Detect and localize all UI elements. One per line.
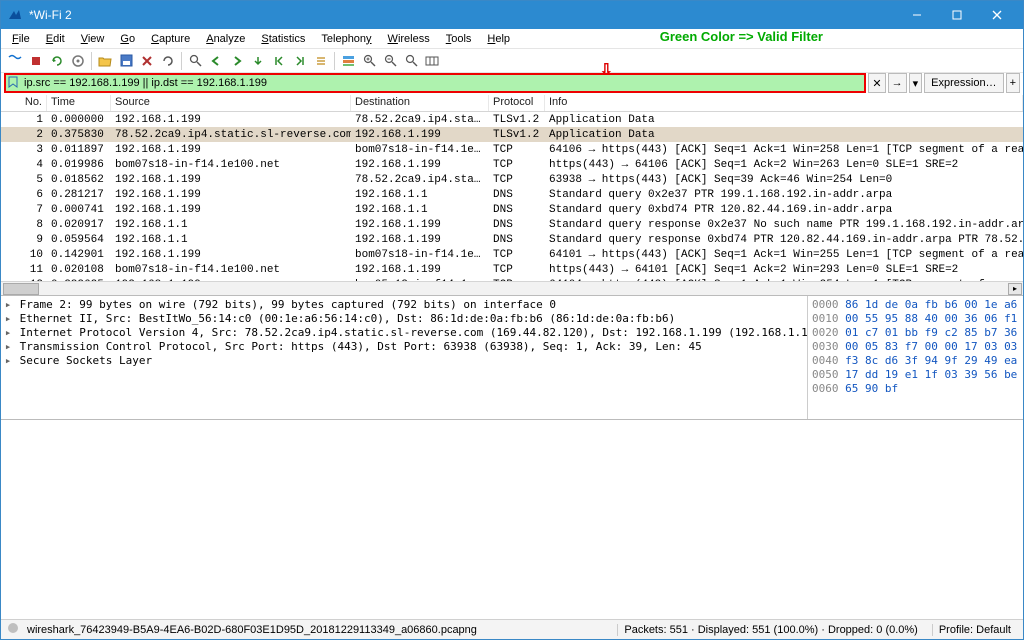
window-title: *Wi-Fi 2 [29,8,897,22]
resize-columns-icon[interactable] [422,51,442,71]
packet-row[interactable]: 30.011897192.168.1.199bom07s18-in-f14.1e… [1,142,1023,157]
col-no[interactable]: No. [1,95,47,111]
scrollbar-thumb[interactable] [3,283,39,295]
detail-row[interactable]: ▸ Transmission Control Protocol, Src Por… [3,340,805,354]
hex-row[interactable]: 0050 17 dd 19 e1 1f 03 39 56 be [812,368,1019,382]
menu-help[interactable]: Help [480,32,517,46]
lower-panes: ▸ Frame 2: 99 bytes on wire (792 bits), … [1,296,1023,420]
packet-row[interactable]: 10.000000192.168.1.19978.52.2ca9.ip4.sta… [1,112,1023,127]
menu-capture[interactable]: Capture [144,32,197,46]
expression-button[interactable]: Expression… [924,73,1003,93]
minimize-button[interactable] [897,1,937,29]
packet-row[interactable]: 100.142901192.168.1.199bom07s18-in-f14.1… [1,247,1023,262]
filter-history-dropdown[interactable]: ▾ [909,73,923,93]
capture-options-icon[interactable] [68,51,88,71]
packet-row[interactable]: 90.059564192.168.1.1192.168.1.199DNSStan… [1,232,1023,247]
packet-list-header: No. Time Source Destination Protocol Inf… [1,95,1023,112]
filter-apply-button[interactable]: → [888,73,907,93]
main-toolbar: ⇩ [1,49,1023,73]
menu-edit[interactable]: Edit [39,32,72,46]
app-icon [7,7,23,23]
hex-row[interactable]: 0000 86 1d de 0a fb b6 00 1e a6 [812,298,1019,312]
packet-row[interactable]: 40.019986bom07s18-in-f14.1e100.net192.16… [1,157,1023,172]
maximize-button[interactable] [937,1,977,29]
colorize-icon[interactable] [338,51,358,71]
detail-row[interactable]: ▸ Frame 2: 99 bytes on wire (792 bits), … [3,298,805,312]
col-source[interactable]: Source [111,95,351,111]
packet-bytes-pane[interactable]: 0000 86 1d de 0a fb b6 00 1e a60010 00 5… [807,296,1023,419]
packet-list-body[interactable]: 10.000000192.168.1.19978.52.2ca9.ip4.sta… [1,112,1023,281]
zoom-in-icon[interactable] [359,51,379,71]
menu-wireless[interactable]: Wireless [381,32,437,46]
close-button[interactable] [977,1,1017,29]
find-packet-icon[interactable] [185,51,205,71]
packet-row[interactable]: 60.281217192.168.1.199192.168.1.1DNSStan… [1,187,1023,202]
col-time[interactable]: Time [47,95,111,111]
detail-row[interactable]: ▸ Internet Protocol Version 4, Src: 78.5… [3,326,805,340]
menu-tools[interactable]: Tools [439,32,479,46]
menu-go[interactable]: Go [113,32,142,46]
scroll-right-icon[interactable]: ▸ [1008,283,1022,295]
start-capture-icon[interactable] [5,51,25,71]
filter-clear-button[interactable]: ✕ [868,73,885,93]
packet-row[interactable]: 70.000741192.168.1.199192.168.1.1DNSStan… [1,202,1023,217]
stop-capture-icon[interactable] [26,51,46,71]
horizontal-scrollbar[interactable]: ▸ [1,281,1023,295]
go-back-icon[interactable] [206,51,226,71]
packet-row[interactable]: 80.020917192.168.1.1192.168.1.199DNSStan… [1,217,1023,232]
packet-row[interactable]: 20.37583078.52.2ca9.ip4.static.sl-revers… [1,127,1023,142]
filter-input-wrapper [4,73,866,93]
status-bar: wireshark_76423949-B5A9-4EA6-B02D-680F03… [1,619,1023,639]
menu-file[interactable]: File [5,32,37,46]
add-filter-button[interactable]: + [1006,73,1020,93]
close-file-icon[interactable] [137,51,157,71]
go-forward-icon[interactable] [227,51,247,71]
reload-icon[interactable] [158,51,178,71]
display-filter-bar: ✕ → ▾ Expression… + [1,73,1023,95]
menu-view[interactable]: View [74,32,112,46]
restart-capture-icon[interactable] [47,51,67,71]
detail-row[interactable]: ▸ Ethernet II, Src: BestItWo_56:14:c0 (0… [3,312,805,326]
menu-telephony[interactable]: Telephony [314,32,378,46]
bookmark-filter-icon[interactable] [8,76,20,91]
auto-scroll-icon[interactable] [311,51,331,71]
save-file-icon[interactable] [116,51,136,71]
open-file-icon[interactable] [95,51,115,71]
go-last-icon[interactable] [290,51,310,71]
hex-row[interactable]: 0010 00 55 95 88 40 00 36 06 f1 [812,312,1019,326]
annotation-valid-filter: Green Color => Valid Filter [660,29,823,44]
hex-row[interactable]: 0060 65 90 bf [812,382,1019,396]
menu-bar: File Edit View Go Capture Analyze Statis… [1,29,1023,49]
hex-row[interactable]: 0020 01 c7 01 bb f9 c2 85 b7 36 [812,326,1019,340]
col-protocol[interactable]: Protocol [489,95,545,111]
packet-row[interactable]: 110.020108bom07s18-in-f14.1e100.net192.1… [1,262,1023,277]
menu-statistics[interactable]: Statistics [254,32,312,46]
hex-row[interactable]: 0040 f3 8c d6 3f 94 9f 29 49 ea [812,354,1019,368]
packet-details-pane[interactable]: ▸ Frame 2: 99 bytes on wire (792 bits), … [1,296,807,419]
profile-label[interactable]: Profile: Default [932,624,1017,636]
ready-icon [7,622,19,637]
menu-analyze[interactable]: Analyze [199,32,252,46]
packets-count-label: Packets: 551 · Displayed: 551 (100.0%) ·… [617,624,923,636]
capture-file-label: wireshark_76423949-B5A9-4EA6-B02D-680F03… [27,624,609,636]
zoom-out-icon[interactable] [380,51,400,71]
packet-list-pane: No. Time Source Destination Protocol Inf… [1,95,1023,296]
filter-input[interactable] [10,77,846,89]
hex-row[interactable]: 0030 00 05 83 f7 00 00 17 03 03 [812,340,1019,354]
col-info[interactable]: Info [545,95,1023,111]
go-first-icon[interactable] [269,51,289,71]
jump-to-icon[interactable] [248,51,268,71]
title-bar: *Wi-Fi 2 [1,1,1023,29]
zoom-reset-icon[interactable] [401,51,421,71]
empty-area [1,420,1023,620]
col-destination[interactable]: Destination [351,95,489,111]
packet-row[interactable]: 50.018562192.168.1.19978.52.2ca9.ip4.sta… [1,172,1023,187]
detail-row[interactable]: ▸ Secure Sockets Layer [3,354,805,368]
